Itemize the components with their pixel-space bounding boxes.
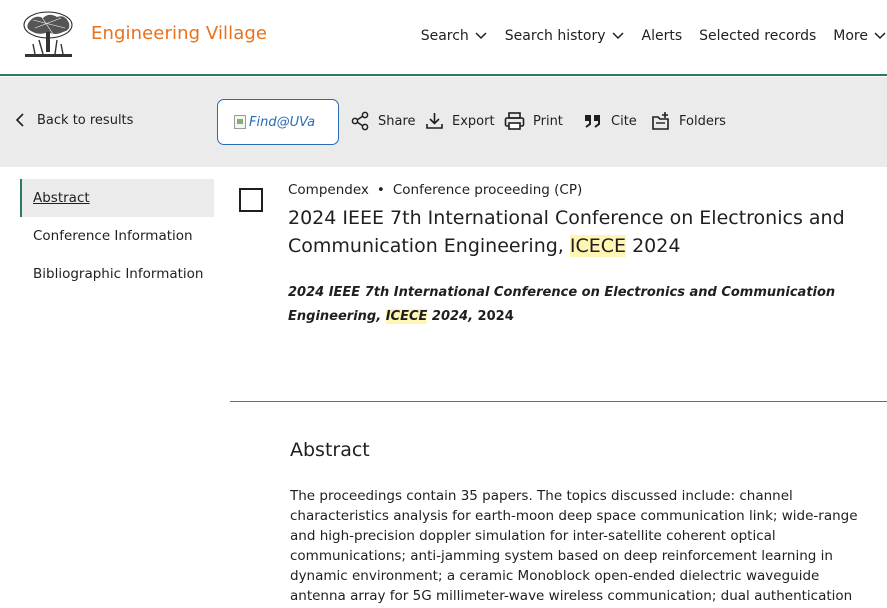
- source-title-end: 2024,: [427, 309, 474, 324]
- section-divider: [230, 401, 887, 402]
- export-button[interactable]: Export: [425, 111, 495, 131]
- cite-label: Cite: [611, 113, 637, 129]
- title-highlight: ICECE: [569, 235, 627, 257]
- chevron-left-icon: [15, 113, 24, 127]
- abstract-text: The proceedings contain 35 papers. The t…: [290, 488, 858, 604]
- top-header: Engineering Village Search Search histor…: [0, 0, 887, 76]
- record-source: 2024 IEEE 7th International Conference o…: [288, 281, 887, 329]
- download-icon: [426, 113, 443, 129]
- record-doc-type: Conference proceeding (CP): [392, 182, 583, 198]
- export-label: Export: [452, 113, 495, 129]
- nav-more[interactable]: More: [833, 28, 887, 44]
- back-to-results-label: Back to results: [37, 112, 134, 128]
- brand-title[interactable]: Engineering Village: [91, 23, 267, 44]
- source-year: 2024: [473, 309, 514, 324]
- record-database: Compendex: [288, 182, 369, 198]
- abstract-heading: Abstract: [290, 439, 370, 461]
- title-text: 2024 IEEE 7th International Conference o…: [288, 207, 845, 257]
- share-label: Share: [378, 113, 416, 129]
- source-title: 2024 IEEE 7th International Conference o…: [288, 285, 836, 324]
- folders-label: Folders: [679, 113, 726, 129]
- nav-search-history-label: Search history: [504, 28, 606, 44]
- chevron-down-icon: [874, 32, 886, 40]
- back-to-results-link[interactable]: Back to results: [15, 112, 133, 128]
- elsevier-tree-logo-icon[interactable]: [21, 10, 76, 60]
- folders-button[interactable]: Folders: [651, 111, 726, 131]
- folder-add-icon: [652, 112, 669, 130]
- broken-image-icon: [234, 115, 246, 129]
- nav-search-history[interactable]: Search history: [505, 28, 625, 44]
- source-highlight: ICECE: [385, 309, 428, 324]
- record-section-nav: Abstract Conference Information Bibliogr…: [20, 179, 214, 293]
- nav-selected-records[interactable]: Selected records: [699, 28, 816, 44]
- share-button[interactable]: Share: [350, 111, 416, 131]
- print-label: Print: [533, 113, 563, 129]
- find-at-uva-alt-text: Find@UVa: [249, 114, 316, 130]
- find-at-uva-button[interactable]: Find@UVa: [217, 99, 339, 145]
- record-meta: Compendex • Conference proceeding (CP): [288, 182, 582, 198]
- top-navigation: Search Search history Alerts Selected re…: [404, 24, 887, 48]
- chevron-down-icon: [475, 32, 487, 40]
- nav-search-label: Search: [420, 28, 469, 44]
- sidenav-item-conference-information[interactable]: Conference Information: [20, 217, 214, 255]
- nav-more-label: More: [833, 28, 868, 44]
- printer-icon: [504, 112, 525, 130]
- nav-alerts-label: Alerts: [641, 28, 683, 44]
- print-button[interactable]: Print: [504, 111, 563, 131]
- sidenav-item-bibliographic-information[interactable]: Bibliographic Information: [20, 255, 214, 293]
- title-text-end: 2024: [626, 235, 681, 257]
- chevron-down-icon: [611, 32, 624, 40]
- nav-alerts[interactable]: Alerts: [642, 28, 683, 44]
- quote-icon: [585, 115, 600, 128]
- cite-button[interactable]: Cite: [583, 111, 637, 131]
- share-icon: [351, 111, 369, 131]
- nav-selected-records-label: Selected records: [699, 28, 817, 44]
- nav-search[interactable]: Search: [421, 28, 488, 44]
- meta-separator: •: [376, 182, 385, 198]
- select-record-checkbox[interactable]: [239, 188, 263, 212]
- record-toolbar: Back to results Find@UVa Share Export Pr…: [0, 77, 887, 167]
- record-title: 2024 IEEE 7th International Conference o…: [288, 204, 848, 260]
- sidenav-item-abstract[interactable]: Abstract: [20, 179, 214, 217]
